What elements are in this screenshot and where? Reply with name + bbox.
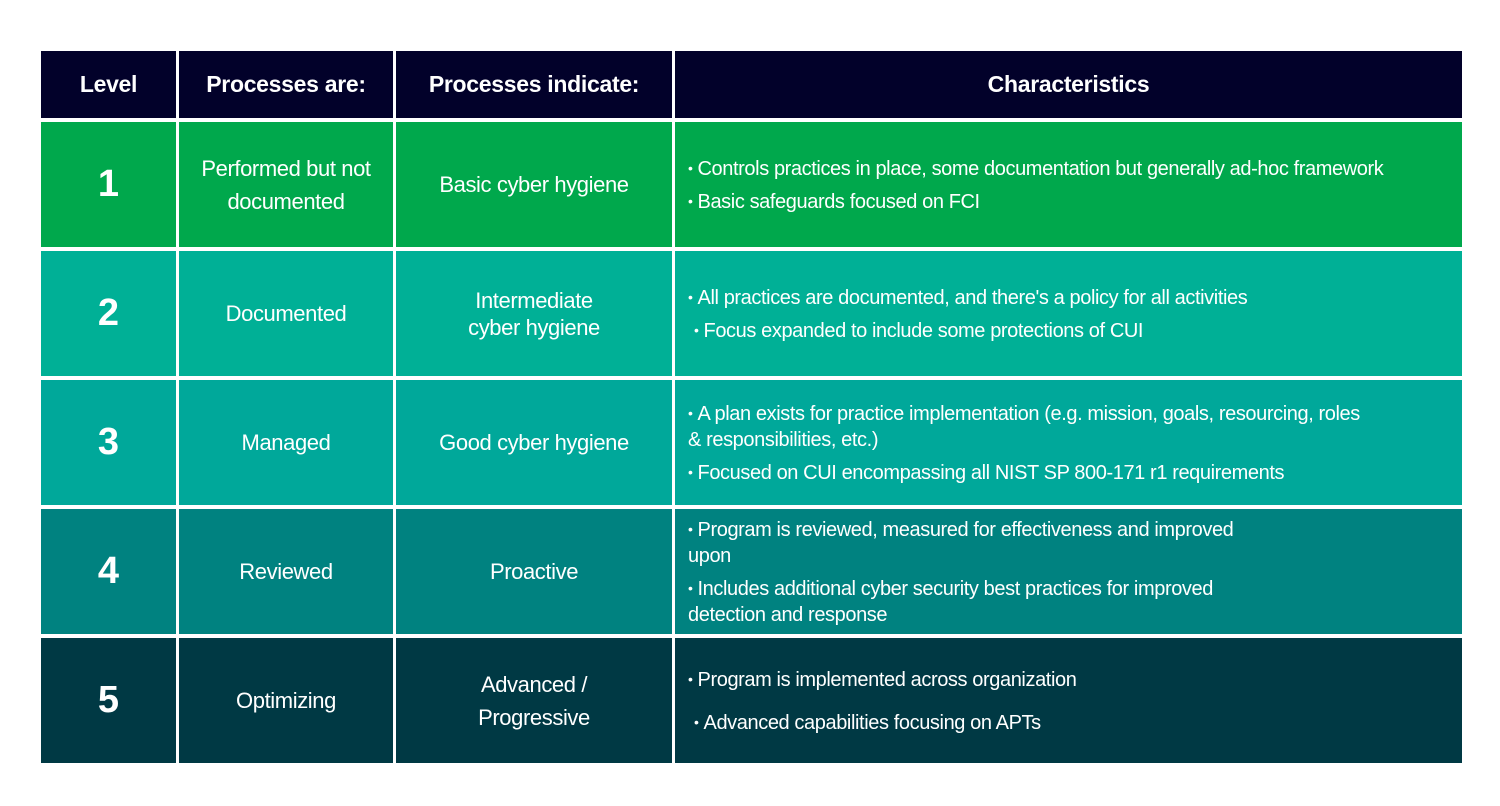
level-number: 2: [41, 251, 176, 376]
characteristics: Program is implemented across organizati…: [675, 638, 1462, 763]
characteristic-item: Controls practices in place, some docume…: [688, 155, 1384, 182]
characteristic-item: Basic safeguards focused on FCI: [688, 188, 1383, 215]
processes-indicate: Advanced / Progressive: [396, 638, 672, 763]
processes-are: Documented: [179, 251, 393, 376]
processes-indicate: Intermediate cyber hygiene: [396, 251, 672, 376]
characteristic-item: Program is implemented across organizati…: [688, 666, 1077, 693]
characteristics: A plan exists for practice implementatio…: [675, 380, 1462, 505]
characteristics: Controls practices in place, some docume…: [675, 122, 1462, 247]
processes-indicate: Good cyber hygiene: [396, 380, 672, 505]
processes-are: Optimizing: [179, 638, 393, 763]
table-row: 2 Documented Intermediate cyber hygiene …: [41, 251, 1462, 376]
processes-are: Managed: [179, 380, 393, 505]
level-number: 1: [41, 122, 176, 247]
table-row: 4 Reviewed Proactive Program is reviewed…: [41, 509, 1462, 634]
characteristic-item: All practices are documented, and there'…: [688, 284, 1248, 311]
table-row: 5 Optimizing Advanced / Progressive Prog…: [41, 638, 1462, 763]
processes-indicate: Basic cyber hygiene: [396, 122, 672, 247]
table-header-row: Level Processes are: Processes indicate:…: [41, 51, 1462, 118]
level-number: 3: [41, 380, 176, 505]
characteristic-item: Advanced capabilities focusing on APTs: [694, 709, 1076, 736]
table-row: 3 Managed Good cyber hygiene A plan exis…: [41, 380, 1462, 505]
table-row: 1 Performed but not documented Basic cyb…: [41, 122, 1462, 247]
level-number: 5: [41, 638, 176, 763]
header-processes-indicate: Processes indicate:: [396, 51, 672, 118]
processes-are: Performed but not documented: [179, 122, 393, 247]
level-number: 4: [41, 509, 176, 634]
characteristic-item: Focused on CUI encompassing all NIST SP …: [688, 459, 1368, 486]
characteristic-item: Includes additional cyber security best …: [688, 575, 1268, 628]
header-level: Level: [41, 51, 176, 118]
characteristics: All practices are documented, and there'…: [675, 251, 1462, 376]
characteristic-item: Focus expanded to include some protectio…: [694, 317, 1247, 344]
characteristic-item: A plan exists for practice implementatio…: [688, 400, 1368, 453]
maturity-levels-table: Level Processes are: Processes indicate:…: [41, 51, 1462, 767]
header-characteristics: Characteristics: [675, 51, 1462, 118]
characteristic-item: Program is reviewed, measured for effect…: [688, 516, 1268, 569]
header-processes-are: Processes are:: [179, 51, 393, 118]
characteristics: Program is reviewed, measured for effect…: [675, 509, 1462, 634]
processes-indicate: Proactive: [396, 509, 672, 634]
processes-are: Reviewed: [179, 509, 393, 634]
